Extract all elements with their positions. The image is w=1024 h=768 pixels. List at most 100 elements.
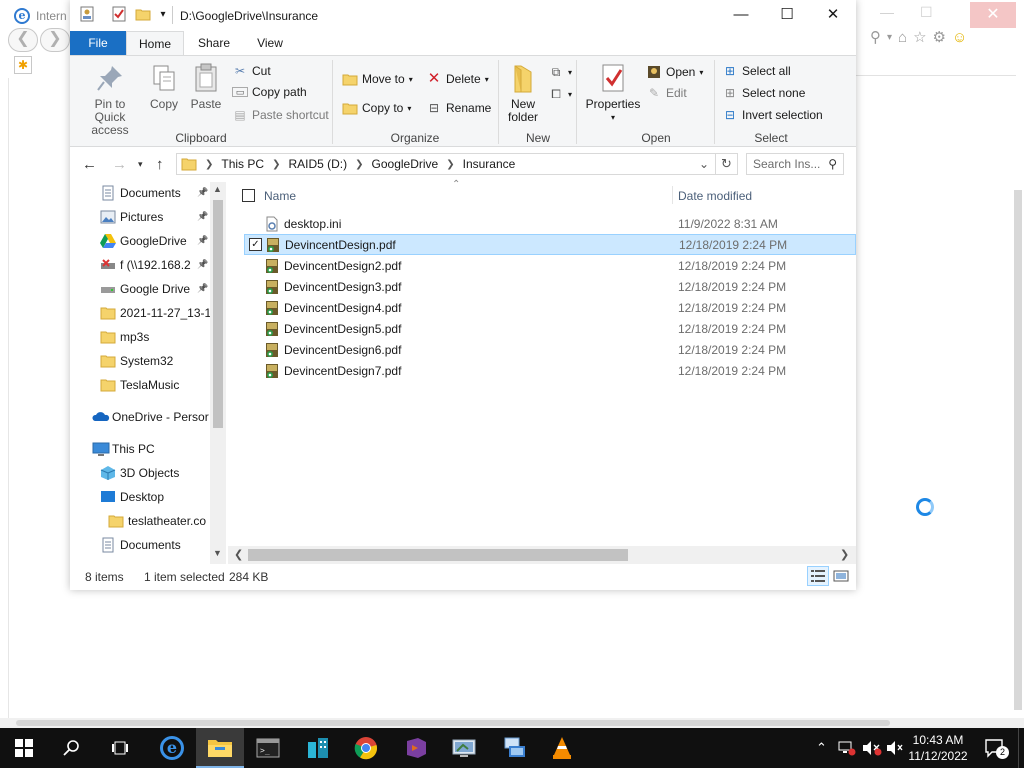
taskbar-remote-desktop[interactable]: [490, 728, 538, 768]
address-dropdown-icon[interactable]: ⌄: [699, 157, 709, 171]
nav-item-3d-objects[interactable]: 3D Objects: [100, 462, 210, 484]
nav-item-googledrive[interactable]: GoogleDrive: [100, 230, 210, 252]
select-none-button[interactable]: ⊞ Select none: [722, 85, 805, 101]
invert-selection-button[interactable]: ⊟ Invert selection: [722, 107, 823, 123]
breadcrumb-raid5[interactable]: RAID5 (D:): [288, 157, 347, 171]
quick-access-customize-icon[interactable]: ▾: [154, 6, 172, 24]
taskbar-file-explorer[interactable]: [196, 728, 244, 768]
nav-item-system32[interactable]: System32: [100, 350, 210, 372]
delete-button[interactable]: ✕ Delete ▾: [426, 71, 489, 87]
gear-icon[interactable]: ⚙: [933, 28, 946, 46]
minimize-button[interactable]: —: [718, 0, 764, 30]
forward-arrow-icon[interactable]: →: [112, 156, 127, 173]
tab-view[interactable]: View: [246, 31, 294, 55]
file-row[interactable]: DevincentDesign3.pdf 12/18/2019 2:24 PM: [244, 276, 856, 297]
select-all-button[interactable]: ⊞ Select all: [722, 63, 791, 79]
quick-access-new-folder-icon[interactable]: [134, 6, 152, 24]
taskbar-search-button[interactable]: [48, 728, 96, 768]
nav-item-2021-11-27-13-1[interactable]: 2021-11-27_13-1: [100, 302, 210, 324]
column-header-date-modified[interactable]: Date modified: [678, 189, 752, 203]
properties-button[interactable]: Properties ▾: [584, 62, 642, 124]
breadcrumb-insurance[interactable]: Insurance: [463, 157, 516, 171]
file-list-scroll-thumb[interactable]: [248, 549, 628, 561]
back-arrow-icon[interactable]: ←: [82, 156, 97, 173]
paste-shortcut-button[interactable]: ▤ Paste shortcut: [232, 107, 328, 123]
new-folder-button[interactable]: New folder: [502, 62, 544, 124]
ie-forward-button[interactable]: ❯: [40, 28, 70, 52]
nav-pane-scroll-thumb[interactable]: [213, 200, 223, 428]
ie-vertical-scrollbar[interactable]: [1014, 190, 1022, 710]
quick-access-properties-icon[interactable]: [78, 6, 96, 24]
show-desktop-button[interactable]: [1018, 728, 1024, 768]
taskbar-vlc[interactable]: [538, 728, 586, 768]
cut-button[interactable]: ✂ Cut: [232, 63, 271, 79]
action-center-button[interactable]: 2: [984, 738, 1009, 761]
ie-close-button[interactable]: ✕: [970, 2, 1016, 28]
details-view-button[interactable]: [807, 566, 829, 586]
ie-minimize-icon[interactable]: —: [880, 4, 894, 21]
ie-horizontal-scrollbar[interactable]: [16, 720, 890, 726]
copy-button[interactable]: Copy: [146, 62, 182, 111]
volume-icon[interactable]: [886, 740, 904, 759]
taskbar-visual-studio[interactable]: [392, 728, 440, 768]
file-row[interactable]: ✓ DevincentDesign.pdf 12/18/2019 2:24 PM: [244, 234, 856, 255]
nav-item-documents[interactable]: Documents: [100, 534, 210, 556]
home-icon[interactable]: ⌂: [898, 29, 907, 46]
network-icon[interactable]: [838, 740, 856, 759]
file-row[interactable]: DevincentDesign2.pdf 12/18/2019 2:24 PM: [244, 255, 856, 276]
scroll-left-icon[interactable]: ❮: [234, 548, 243, 561]
open-button[interactable]: Open ▾: [646, 64, 703, 80]
volume-muted-icon[interactable]: [862, 740, 882, 759]
copy-to-button[interactable]: Copy to ▾: [342, 100, 411, 116]
edit-button[interactable]: ✎ Edit: [646, 85, 687, 101]
column-divider[interactable]: [672, 186, 673, 204]
nav-item-documents[interactable]: Documents: [100, 182, 210, 204]
close-button[interactable]: ✕: [810, 0, 856, 30]
nav-item-teslamusic[interactable]: TeslaMusic: [100, 374, 210, 396]
file-row[interactable]: DevincentDesign5.pdf 12/18/2019 2:24 PM: [244, 318, 856, 339]
scroll-right-icon[interactable]: ❯: [840, 548, 849, 561]
new-item-button[interactable]: ⧉ ▾: [548, 64, 572, 80]
tab-share[interactable]: Share: [188, 31, 240, 55]
breadcrumb-this-pc[interactable]: This PC: [221, 157, 264, 171]
move-to-button[interactable]: Move to ▾: [342, 71, 413, 87]
taskbar-chrome[interactable]: [342, 728, 390, 768]
nav-item-mp3s[interactable]: mp3s: [100, 326, 210, 348]
recent-locations-chevron-icon[interactable]: ▾: [138, 159, 143, 170]
column-header-name[interactable]: Name: [264, 189, 296, 203]
system-clock[interactable]: 10:43 AM 11/12/2022: [905, 732, 971, 764]
easy-access-button[interactable]: ⧠ ▾: [548, 86, 572, 102]
breadcrumb-separator-icon[interactable]: ❯: [446, 159, 454, 170]
nav-scroll-down-icon[interactable]: ▼: [213, 548, 222, 558]
file-row[interactable]: DevincentDesign6.pdf 12/18/2019 2:24 PM: [244, 339, 856, 360]
refresh-icon[interactable]: ↻: [716, 153, 738, 175]
ie-back-button[interactable]: ❮: [8, 28, 38, 52]
smiley-feedback-icon[interactable]: ☺: [952, 29, 967, 46]
address-bar[interactable]: ❯ This PC ❯ RAID5 (D:) ❯ GoogleDrive ❯ I…: [176, 153, 716, 175]
select-all-checkbox[interactable]: [242, 189, 255, 202]
nav-item-google-drive[interactable]: Google Drive: [100, 278, 210, 300]
breadcrumb-separator-icon[interactable]: ❯: [272, 159, 280, 170]
up-arrow-icon[interactable]: ↑: [156, 156, 164, 173]
favorites-star-icon[interactable]: ☆: [913, 28, 926, 46]
nav-item-pictures[interactable]: Pictures: [100, 206, 210, 228]
nav-item-onedrive-persor[interactable]: OneDrive - Persor: [92, 406, 210, 428]
row-checkbox[interactable]: ✓: [249, 238, 262, 251]
search-input[interactable]: Search Ins... ⚲: [746, 153, 844, 175]
tab-home[interactable]: Home: [126, 31, 184, 55]
ie-dropdown-icon[interactable]: ▾: [887, 32, 892, 43]
nav-scroll-up-icon[interactable]: ▲: [213, 184, 222, 194]
nav-item-teslatheater-co[interactable]: teslatheater.co: [108, 510, 210, 532]
breadcrumb-separator-icon[interactable]: ❯: [355, 159, 363, 170]
nav-item-f-192-168-2[interactable]: f (\\192.168.2: [100, 254, 210, 276]
tab-file[interactable]: File: [70, 31, 126, 55]
large-icons-view-button[interactable]: [830, 566, 852, 586]
taskbar-internet-explorer[interactable]: e: [148, 728, 196, 768]
new-tab-icon[interactable]: ✱: [14, 56, 32, 74]
ie-search-icon[interactable]: ⚲: [870, 28, 881, 46]
file-row[interactable]: desktop.ini 11/9/2022 8:31 AM: [244, 213, 856, 234]
quick-access-check-icon[interactable]: [110, 6, 128, 24]
taskbar-terminal[interactable]: >_: [244, 728, 292, 768]
paste-button[interactable]: Paste: [188, 62, 224, 111]
nav-item-this-pc[interactable]: This PC: [92, 438, 210, 460]
